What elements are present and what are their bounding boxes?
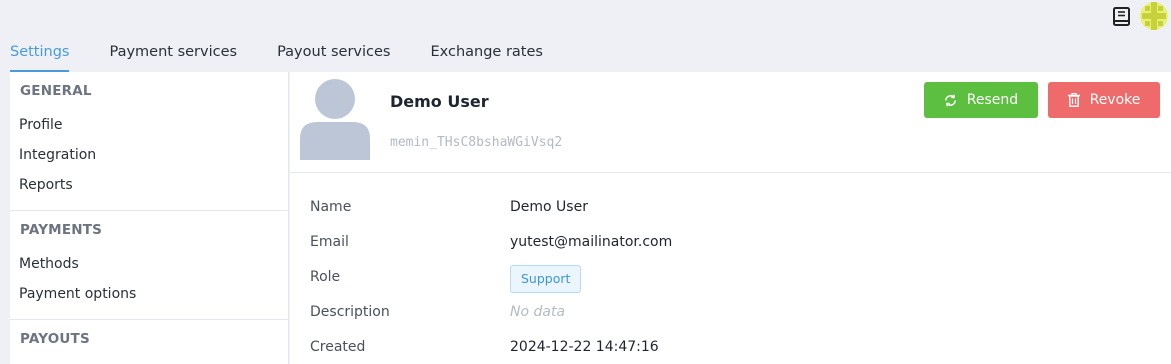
revoke-label: Revoke (1089, 92, 1141, 108)
sidebar-item-methods[interactable]: Methods (10, 249, 288, 279)
description-value: No data (510, 304, 566, 320)
sidebar-item-reports[interactable]: Reports (10, 170, 288, 200)
user-name: Demo User (390, 92, 489, 111)
tab-settings[interactable]: Settings (10, 38, 70, 72)
detail-row-role: Role Support (290, 261, 1171, 296)
name-value: Demo User (510, 199, 588, 215)
sidebar-section-general: GENERAL (20, 83, 92, 99)
member-header: Demo User memin_THsC8bshaWGiVsq2 Resend … (290, 72, 1171, 173)
email-label: Email (310, 234, 349, 250)
sidebar-section-payments: PAYMENTS (20, 222, 103, 238)
sidebar-item-profile[interactable]: Profile (10, 110, 288, 140)
detail-row-name: Name Demo User (290, 191, 1171, 226)
sidebar-item-payment-options[interactable]: Payment options (10, 279, 288, 309)
member-detail-panel: Demo User memin_THsC8bshaWGiVsq2 Resend … (290, 72, 1171, 364)
user-id: memin_THsC8bshaWGiVsq2 (390, 135, 563, 150)
refresh-icon (944, 94, 956, 106)
revoke-button[interactable]: Revoke (1048, 82, 1160, 118)
sidebar: GENERAL Profile Integration Reports PAYM… (10, 72, 289, 364)
tab-payout-services[interactable]: Payout services (277, 38, 390, 72)
tab-bar: Settings Payment services Payout service… (10, 38, 583, 72)
detail-row-email: Email yutest@mailinator.com (290, 226, 1171, 261)
detail-row-created: Created 2024-12-22 14:47:16 (290, 331, 1171, 364)
user-silhouette-icon (300, 78, 370, 160)
role-badge: Support (510, 265, 582, 293)
trash-icon (1067, 93, 1080, 107)
email-value: yutest@mailinator.com (510, 234, 673, 250)
resend-label: Resend (966, 92, 1019, 108)
role-label: Role (310, 269, 341, 285)
name-label: Name (310, 199, 352, 215)
sidebar-item-integration[interactable]: Integration (10, 140, 288, 170)
detail-row-description: Description No data (290, 296, 1171, 331)
created-value: 2024-12-22 14:47:16 (510, 339, 659, 355)
book-icon[interactable] (1111, 6, 1133, 28)
tab-payment-services[interactable]: Payment services (109, 38, 237, 72)
tab-exchange-rates[interactable]: Exchange rates (431, 38, 543, 72)
resend-button[interactable]: Resend (924, 82, 1038, 118)
member-details: Name Demo User Email yutest@mailinator.c… (290, 173, 1171, 364)
profile-avatar-icon[interactable] (1139, 0, 1169, 32)
description-label: Description (310, 304, 390, 320)
sidebar-section-payouts: PAYOUTS (20, 331, 90, 347)
created-label: Created (310, 339, 366, 355)
